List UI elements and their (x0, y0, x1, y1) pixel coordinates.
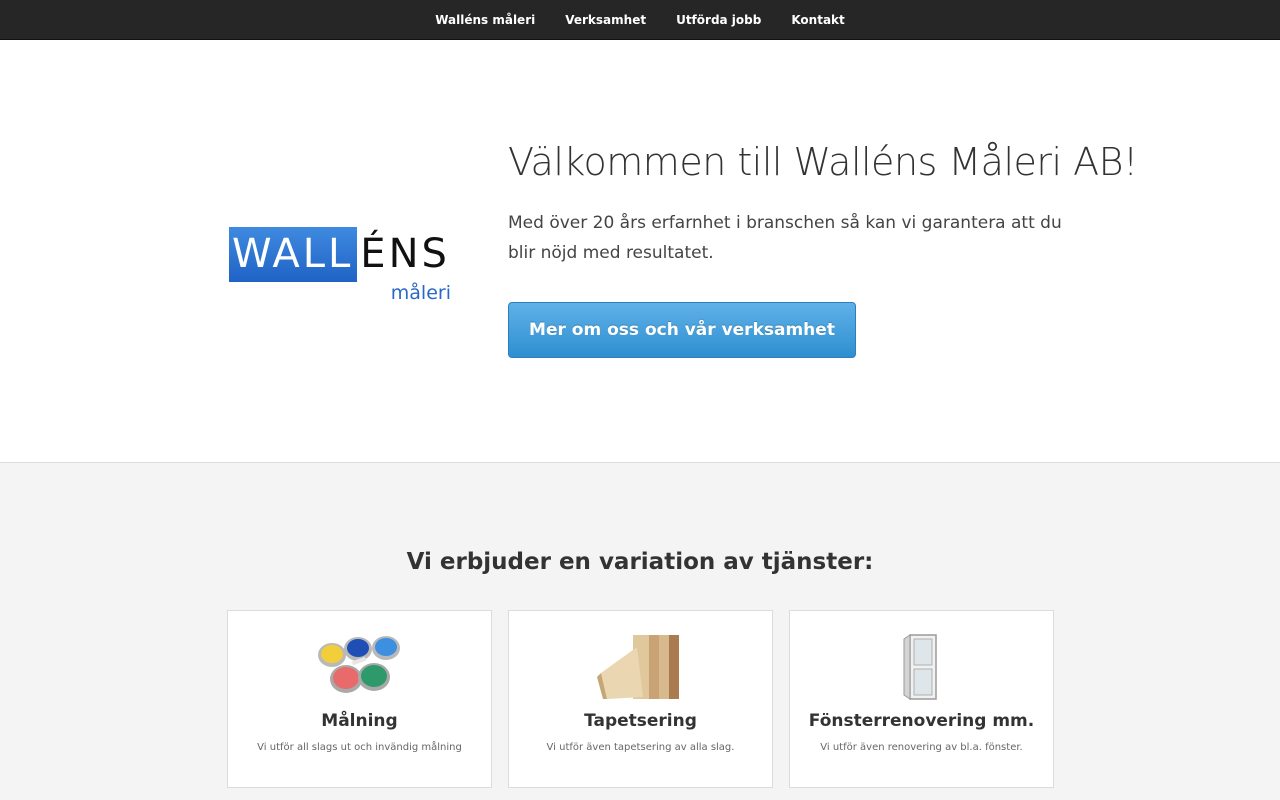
service-description: Vi utför även renovering av bl.a. fönste… (820, 742, 1023, 753)
window-icon (903, 634, 937, 700)
service-card-fonsterrenovering[interactable]: Fönsterrenovering mm. Vi utför även reno… (789, 610, 1054, 788)
wallpaper-rolls-icon (596, 635, 679, 699)
nav-item-wallens-maleri[interactable]: Walléns måleri (420, 0, 550, 40)
logo-subtitle: måleri (390, 282, 451, 304)
service-card-tapetsering[interactable]: Tapetsering Vi utför även tapetsering av… (508, 610, 773, 788)
service-description: Vi utför även tapetsering av alla slag. (546, 742, 735, 753)
nav-item-verksamhet[interactable]: Verksamhet (550, 0, 661, 40)
service-title: Tapetsering (584, 711, 697, 731)
page-title: Välkommen till Walléns Måleri AB! (508, 140, 1138, 184)
nav-item-kontakt[interactable]: Kontakt (776, 0, 859, 40)
paint-cans-icon (317, 636, 400, 693)
top-navigation: Walléns måleri Verksamhet Utförda jobb K… (0, 0, 1280, 40)
logo-word-black: ÉNS (360, 231, 450, 277)
hero-section: WALL ÉNS måleri Välkommen till Walléns M… (0, 40, 1280, 462)
about-button[interactable]: Mer om oss och vår verksamhet (508, 302, 856, 358)
service-card-malning[interactable]: Målning Vi utför all slags ut och invänd… (227, 610, 492, 788)
company-logo: WALL ÉNS måleri (229, 227, 459, 307)
service-title: Fönsterrenovering mm. (808, 711, 1035, 731)
services-title: Vi erbjuder en variation av tjänster: (406, 549, 874, 575)
services-section: Vi erbjuder en variation av tjänster: Må… (0, 462, 1280, 800)
logo-word-blue: WALL (229, 227, 358, 282)
service-title: Målning (321, 711, 398, 731)
nav-item-utforda-jobb[interactable]: Utförda jobb (661, 0, 776, 40)
logo-wordmark: WALL ÉNS (229, 227, 450, 282)
service-description: Vi utför all slags ut och invändig målni… (257, 742, 462, 753)
hero-text: Med över 20 års erfarnhet i branschen så… (508, 213, 1062, 263)
